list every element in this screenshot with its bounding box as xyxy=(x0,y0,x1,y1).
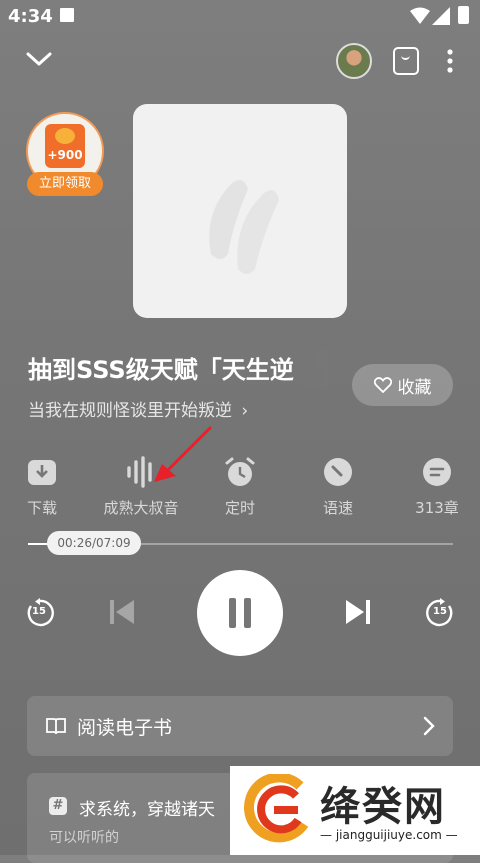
favorite-label: 收藏 xyxy=(397,377,432,398)
hashtag-icon: # xyxy=(49,797,67,815)
watermark-url: — jiangguijiuye.com — xyxy=(320,828,458,842)
chevron-right-icon: › xyxy=(241,401,249,421)
avatar[interactable] xyxy=(336,43,372,79)
skip-previous-icon xyxy=(110,600,134,624)
forward-label: 15 xyxy=(433,606,447,617)
status-time: 4:34 xyxy=(8,6,53,27)
watermark-name: 绛癸网 xyxy=(320,784,446,830)
status-bar: 4:34 xyxy=(0,0,480,34)
battery-icon xyxy=(458,6,469,24)
watermark-logo-icon xyxy=(244,774,309,843)
chevron-right-icon xyxy=(423,716,435,736)
heart-icon xyxy=(373,377,392,393)
recommend-subtitle: 可以听听的 xyxy=(49,830,119,846)
download-icon xyxy=(25,455,59,489)
tool-label: 下载 xyxy=(26,499,57,517)
reward-amount: +900 xyxy=(47,148,83,162)
watermark: 绛癸网 — jiangguijiuye.com — xyxy=(230,766,480,855)
collapse-chevron-icon[interactable] xyxy=(26,50,52,68)
alarm-clock-icon xyxy=(223,455,257,489)
previous-button[interactable] xyxy=(108,599,136,625)
read-ebook-label: 阅读电子书 xyxy=(77,716,173,739)
book-cover xyxy=(133,104,347,318)
reward-badge[interactable]: +900 立即领取 xyxy=(25,112,107,196)
pause-icon xyxy=(229,598,236,628)
chapters-icon xyxy=(420,455,454,489)
book-title: 抽到SSS级天赋「天生逆 xyxy=(28,350,328,388)
tools-row: 下载 成熟大叔音 定时 语速 313章 xyxy=(0,455,480,525)
tool-label: 定时 xyxy=(224,499,255,517)
claim-button[interactable]: 立即领取 xyxy=(27,172,103,196)
rewind-15-button[interactable]: 15 xyxy=(25,598,55,628)
tool-label: 语速 xyxy=(322,499,353,517)
cover-placeholder-icon xyxy=(209,180,279,274)
book-open-icon xyxy=(46,718,66,735)
recommend-title: 求系统，穿越诸天 xyxy=(79,800,215,820)
annotation-arrow-icon xyxy=(154,426,212,482)
speed-gauge-icon xyxy=(321,455,355,489)
tool-label: 313章 xyxy=(415,499,459,517)
progress-thumb-time[interactable]: 00:26/07:09 xyxy=(47,531,141,555)
wifi-icon xyxy=(410,7,430,24)
download-button[interactable]: 下载 xyxy=(0,455,87,518)
skip-next-icon xyxy=(346,600,370,624)
book-subtitle-link[interactable]: 当我在规则怪谈里开始叛逆 › xyxy=(28,396,248,421)
favorite-button[interactable]: 收藏 xyxy=(352,364,453,406)
book-subtitle: 当我在规则怪谈里开始叛逆 xyxy=(28,401,232,421)
shopping-bag-icon[interactable] xyxy=(393,47,419,75)
speed-button[interactable]: 语速 xyxy=(293,455,383,518)
rewind-label: 15 xyxy=(32,606,46,617)
notification-icon xyxy=(60,8,74,22)
forward-15-button[interactable]: 15 xyxy=(425,598,455,628)
pause-button[interactable] xyxy=(197,570,283,656)
next-button[interactable] xyxy=(344,599,372,625)
more-vertical-icon[interactable] xyxy=(446,48,454,74)
read-ebook-button[interactable]: 阅读电子书 xyxy=(27,696,453,756)
tool-label: 成熟大叔音 xyxy=(103,499,179,517)
chapters-button[interactable]: 313章 xyxy=(392,455,480,518)
signal-icon xyxy=(432,7,450,25)
